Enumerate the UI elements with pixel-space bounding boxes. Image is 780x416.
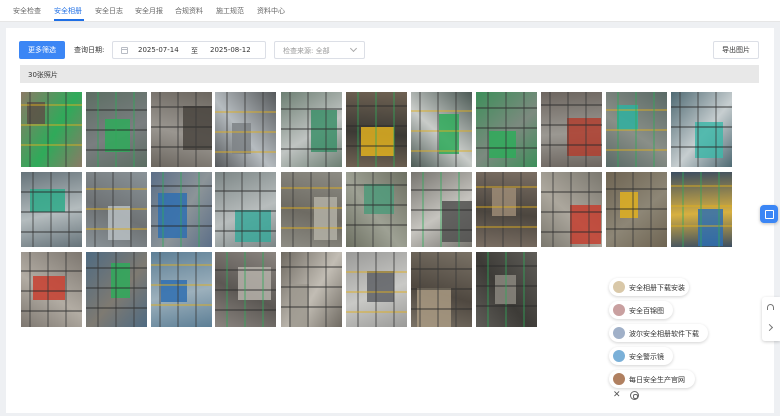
close-icon[interactable]: ✕ [613,390,621,400]
photo-thumbnail[interactable] [476,252,537,327]
widget-label: 安全百锦图 [629,307,664,315]
query-date-label: 查询日期: [74,46,105,54]
gallery-icon [613,304,625,316]
photo-thumbnail[interactable] [281,92,342,167]
widget-download-app[interactable]: 安全相册下载安装 [609,278,689,296]
photo-thumbnail[interactable] [671,172,732,247]
tab-safety-album[interactable]: 安全相册 [54,6,82,16]
widget-label: 每日安全生产官网 [629,376,685,384]
photo-thumbnail[interactable] [541,92,602,167]
widget-warning-mirror[interactable]: 安全警示镜 [609,347,673,365]
date-end[interactable]: 2025-08-12 [210,46,251,54]
widget-official-site[interactable]: 每日安全生产官网 [609,370,695,388]
widget-label: 安全相册下载安装 [629,284,685,292]
side-support-panel [762,297,780,341]
photo-thumbnail[interactable] [215,252,276,327]
tab-resource-center[interactable]: 资料中心 [257,6,285,16]
photo-thumbnail[interactable] [151,172,212,247]
mirror-icon [613,350,625,362]
headset-icon[interactable] [767,304,774,310]
photo-thumbnail[interactable] [86,252,147,327]
tab-safety-log[interactable]: 安全日志 [95,6,123,16]
photo-thumbnail[interactable] [21,92,82,167]
photo-thumbnail[interactable] [86,92,147,167]
source-select[interactable]: 检查来源: 全部 [274,41,365,59]
photo-thumbnail[interactable] [86,172,147,247]
photo-thumbnail[interactable] [21,252,82,327]
photo-thumbnail[interactable] [541,172,602,247]
chevron-down-icon [349,44,358,53]
widget-label: 波尔安全相册软件下载 [629,330,699,338]
top-navigation: 安全检查 安全相册 安全日志 安全月报 合规资料 施工规范 资料中心 [0,0,780,22]
chevron-right-icon[interactable] [765,323,774,332]
photo-thumbnail[interactable] [151,252,212,327]
photo-thumbnail[interactable] [281,252,342,327]
tab-construction-spec[interactable]: 施工规范 [216,6,244,16]
photo-count-bar: 30张照片 [20,65,759,83]
more-filter-button[interactable]: 更多筛选 [19,41,65,59]
widget-gallery[interactable]: 安全百锦图 [609,301,673,319]
widget-label: 安全警示镜 [629,353,664,361]
website-icon [613,373,625,385]
photo-thumbnail[interactable] [151,92,212,167]
tab-compliance-docs[interactable]: 合规资料 [175,6,203,16]
gear-icon[interactable] [630,391,639,400]
software-icon [613,327,625,339]
photo-thumbnail[interactable] [476,92,537,167]
source-select-value: 检查来源: 全部 [283,47,330,55]
date-range-picker[interactable]: 2025-07-14 至 2025-08-12 [112,41,266,59]
side-toolbar-button[interactable] [760,205,778,223]
photo-thumbnail[interactable] [21,172,82,247]
tab-safety-inspection[interactable]: 安全检查 [13,6,41,16]
date-separator: 至 [191,47,198,55]
photo-thumbnail[interactable] [411,92,472,167]
export-images-button[interactable]: 导出图片 [713,41,759,59]
photo-thumbnail[interactable] [671,92,732,167]
photo-thumbnail[interactable] [346,252,407,327]
active-tab-indicator [54,19,84,21]
photo-count: 30张照片 [28,71,58,79]
photo-thumbnail[interactable] [411,252,472,327]
tab-safety-monthly[interactable]: 安全月报 [135,6,163,16]
download-app-icon [613,281,625,293]
photo-thumbnail[interactable] [346,92,407,167]
calendar-icon [121,47,128,54]
photo-thumbnail[interactable] [215,172,276,247]
photo-thumbnail[interactable] [281,172,342,247]
photo-thumbnail[interactable] [606,92,667,167]
photo-thumbnail[interactable] [476,172,537,247]
photo-thumbnail[interactable] [346,172,407,247]
widget-software-download[interactable]: 波尔安全相册软件下载 [609,324,708,342]
date-start[interactable]: 2025-07-14 [138,46,179,54]
photo-thumbnail[interactable] [606,172,667,247]
photo-thumbnail[interactable] [411,172,472,247]
photo-thumbnail[interactable] [215,92,276,167]
